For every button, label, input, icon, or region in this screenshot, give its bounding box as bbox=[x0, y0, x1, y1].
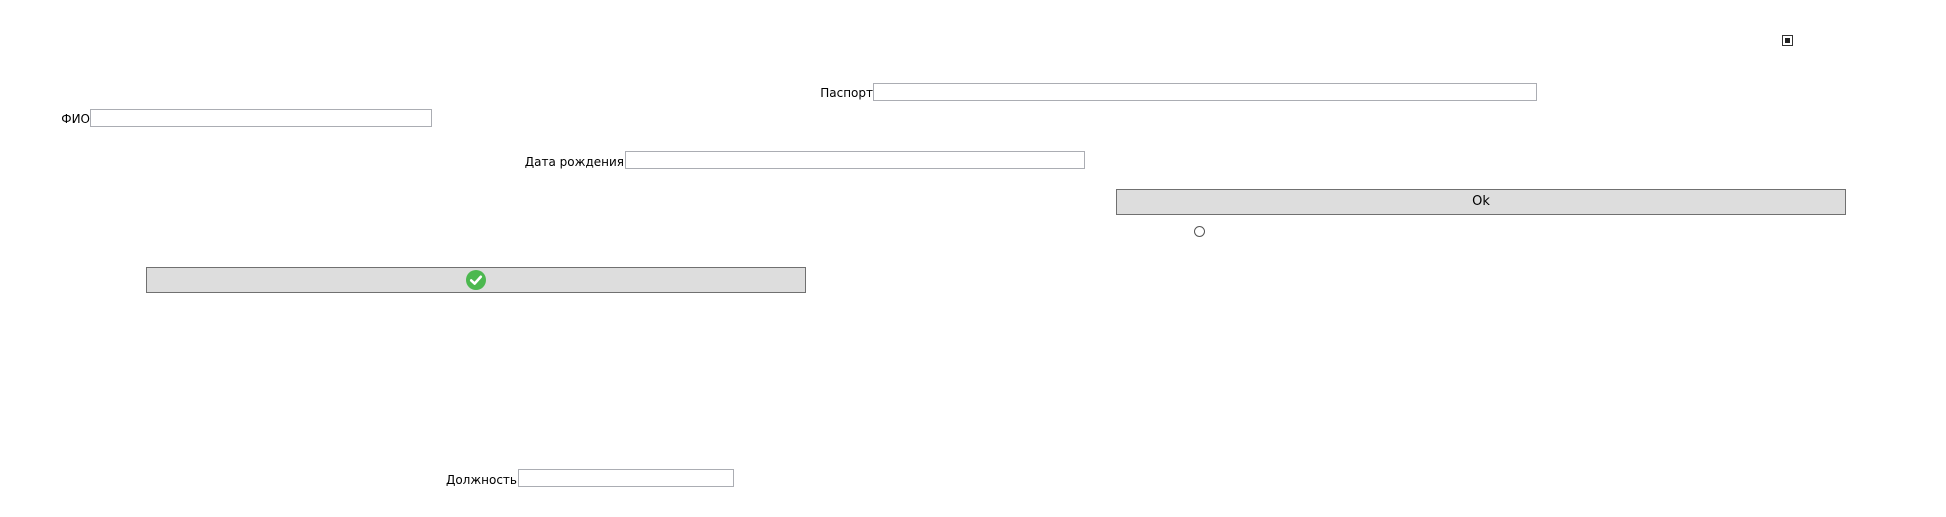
passport-field[interactable] bbox=[873, 83, 1537, 101]
checkbox[interactable] bbox=[1782, 35, 1793, 46]
fio-field[interactable] bbox=[90, 109, 432, 127]
check-circle-icon bbox=[466, 270, 486, 290]
ok-button[interactable]: Ok bbox=[1116, 189, 1846, 215]
ok-button-label: Ok bbox=[1472, 194, 1490, 209]
passport-label: Паспорт bbox=[820, 86, 873, 100]
birthdate-field[interactable] bbox=[625, 151, 1085, 169]
radio-button[interactable] bbox=[1194, 226, 1205, 237]
position-label: Должность bbox=[445, 473, 517, 487]
fio-label: ФИО bbox=[61, 112, 90, 126]
position-field[interactable] bbox=[518, 469, 734, 487]
birthdate-label: Дата рождения bbox=[524, 155, 624, 169]
confirm-button[interactable] bbox=[146, 267, 806, 293]
checkbox-mark bbox=[1785, 38, 1790, 43]
